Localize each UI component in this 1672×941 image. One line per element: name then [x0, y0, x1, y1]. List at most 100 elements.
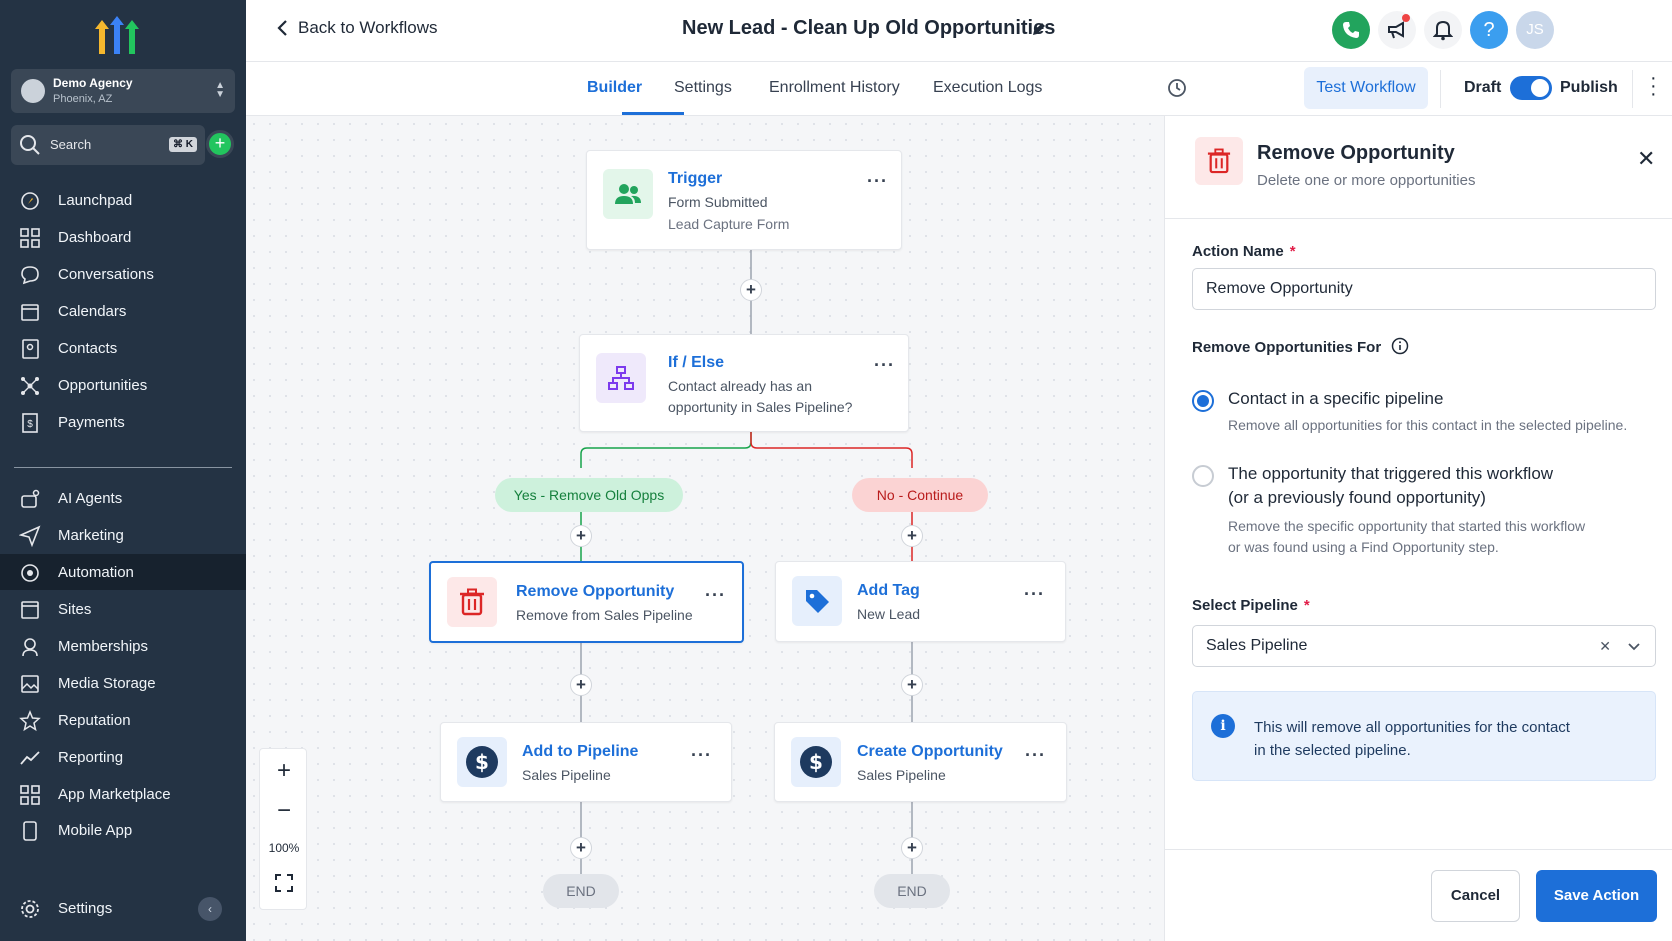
sidebar-item-label: Marketing	[58, 527, 124, 544]
radio-triggering-opportunity[interactable]	[1192, 465, 1214, 487]
expand-icon	[275, 874, 293, 892]
send-icon	[19, 525, 41, 547]
sidebar-item-memberships[interactable]: Memberships	[0, 628, 246, 664]
notifications-button[interactable]	[1424, 11, 1462, 49]
node-menu-icon[interactable]: ···	[1024, 584, 1045, 605]
radio-specific-pipeline[interactable]	[1192, 390, 1214, 412]
remove-opportunity-node[interactable]: Remove Opportunity Remove from Sales Pip…	[429, 561, 744, 643]
sidebar-item-payments[interactable]: $ Payments	[0, 404, 246, 440]
sidebar-item-label: Conversations	[58, 266, 154, 283]
node-menu-icon[interactable]: ···	[874, 355, 895, 376]
back-to-workflows-link[interactable]: Back to Workflows	[276, 18, 438, 38]
history-icon[interactable]	[1166, 77, 1188, 99]
node-menu-icon[interactable]: ···	[691, 745, 712, 766]
sidebar-item-contacts[interactable]: Contacts	[0, 330, 246, 366]
dollar-icon: $	[457, 737, 507, 787]
sidebar-item-sites[interactable]: Sites	[0, 591, 246, 627]
tab-execution-logs[interactable]: Execution Logs	[933, 79, 1042, 97]
add-step-button[interactable]: +	[570, 525, 592, 547]
phone-button[interactable]	[1332, 11, 1370, 49]
sidebar-item-reputation[interactable]: Reputation	[0, 702, 246, 738]
contact-icon	[22, 339, 39, 359]
tab-settings[interactable]: Settings	[674, 79, 732, 97]
node-title: Trigger	[668, 170, 723, 187]
sidebar-item-ai-agents[interactable]: AI Agents	[0, 480, 246, 516]
trend-icon	[20, 751, 40, 765]
sidebar-item-app-marketplace[interactable]: App Marketplace	[0, 776, 246, 812]
trash-icon	[447, 577, 497, 627]
node-menu-icon[interactable]: ···	[1025, 745, 1046, 766]
save-action-button[interactable]: Save Action	[1536, 870, 1657, 922]
add-step-button[interactable]: +	[570, 837, 592, 859]
add-step-button[interactable]: +	[901, 525, 923, 547]
panel-title: Remove Opportunity	[1257, 142, 1455, 164]
account-location: Phoenix, AZ	[53, 93, 113, 105]
sidebar-item-label: Sites	[58, 601, 92, 618]
sidebar-item-reporting[interactable]: Reporting	[0, 739, 246, 775]
action-name-input[interactable]: Remove Opportunity	[1192, 268, 1656, 310]
panel-divider	[1165, 218, 1672, 219]
sidebar-item-launchpad[interactable]: Launchpad	[0, 182, 246, 218]
collapse-sidebar-button[interactable]: ‹	[198, 897, 222, 921]
edit-title-icon[interactable]	[1030, 20, 1048, 38]
tab-enrollment-history[interactable]: Enrollment History	[769, 79, 900, 97]
add-step-button[interactable]: +	[570, 674, 592, 696]
zoom-in-button[interactable]: +	[260, 757, 308, 785]
node-subtitle: Contact already has an	[668, 378, 812, 394]
add-to-pipeline-node[interactable]: $ Add to Pipeline Sales Pipeline ···	[440, 722, 732, 802]
remove-for-label: Remove Opportunities For	[1192, 337, 1409, 356]
sidebar-item-opportunities[interactable]: Opportunities	[0, 367, 246, 403]
create-opportunity-node[interactable]: $ Create Opportunity Sales Pipeline ···	[774, 722, 1067, 802]
more-options-icon[interactable]: · · ·	[1650, 68, 1657, 104]
sites-icon	[21, 601, 39, 619]
sidebar-item-dashboard[interactable]: Dashboard	[0, 219, 246, 255]
end-node: END	[874, 874, 950, 908]
chevron-down-icon	[1628, 643, 1640, 651]
node-menu-icon[interactable]: ···	[867, 171, 888, 192]
sidebar-item-mobile-app[interactable]: Mobile App	[0, 812, 246, 848]
add-tag-node[interactable]: Add Tag New Lead ···	[775, 561, 1066, 642]
search-bar[interactable]: Search ⌘ K	[11, 125, 205, 165]
user-avatar[interactable]: JS	[1516, 11, 1554, 49]
tab-builder[interactable]: Builder	[587, 79, 642, 97]
sidebar-item-media-storage[interactable]: Media Storage	[0, 665, 246, 701]
svg-text:$: $	[27, 419, 33, 430]
workflow-canvas[interactable]: Trigger Form Submitted Lead Capture Form…	[246, 116, 1164, 941]
announcements-button[interactable]	[1378, 11, 1416, 49]
publish-toggle[interactable]	[1510, 76, 1552, 100]
zoom-out-button[interactable]: −	[260, 797, 308, 825]
search-shortcut: ⌘ K	[169, 137, 197, 152]
sidebar-item-marketing[interactable]: Marketing	[0, 517, 246, 553]
cancel-button[interactable]: Cancel	[1431, 870, 1520, 922]
action-name-label: Action Name *	[1192, 243, 1296, 260]
close-icon[interactable]: ✕	[1637, 146, 1655, 172]
account-switcher[interactable]: Demo Agency Phoenix, AZ ▲ ▼	[11, 69, 235, 113]
node-subtitle: opportunity in Sales Pipeline?	[668, 399, 853, 415]
trash-icon	[1195, 137, 1243, 185]
membership-icon	[22, 638, 38, 657]
ai-agent-icon	[21, 489, 40, 508]
sidebar-item-calendars[interactable]: Calendars	[0, 293, 246, 329]
add-step-button[interactable]: +	[901, 674, 923, 696]
sidebar-item-conversations[interactable]: Conversations	[0, 256, 246, 292]
clear-selection-icon[interactable]: ✕	[1599, 626, 1611, 666]
quick-add-button[interactable]: +	[206, 130, 234, 158]
node-menu-icon[interactable]: ···	[705, 585, 726, 606]
trigger-node[interactable]: Trigger Form Submitted Lead Capture Form…	[586, 150, 902, 250]
zoom-controls: + − 100%	[259, 748, 307, 910]
add-step-button[interactable]: +	[901, 837, 923, 859]
yes-branch-label[interactable]: Yes - Remove Old Opps	[495, 478, 683, 512]
workflow-title: New Lead - Clean Up Old Opportunities	[682, 17, 1056, 39]
fit-screen-button[interactable]	[260, 873, 308, 896]
test-workflow-button[interactable]: Test Workflow	[1304, 67, 1428, 109]
add-step-button[interactable]: +	[740, 279, 762, 301]
pipeline-select[interactable]: Sales Pipeline ✕	[1192, 625, 1656, 667]
if-else-node[interactable]: If / Else Contact already has an opportu…	[579, 334, 909, 432]
star-icon	[19, 710, 41, 732]
no-branch-label[interactable]: No - Continue	[852, 478, 988, 512]
help-button[interactable]: ?	[1470, 11, 1508, 49]
sidebar-item-automation[interactable]: Automation	[0, 554, 246, 590]
svg-text:$: $	[809, 750, 823, 774]
option-description: Remove the specific opportunity that sta…	[1228, 518, 1586, 534]
sidebar-item-label: Reputation	[58, 712, 131, 729]
